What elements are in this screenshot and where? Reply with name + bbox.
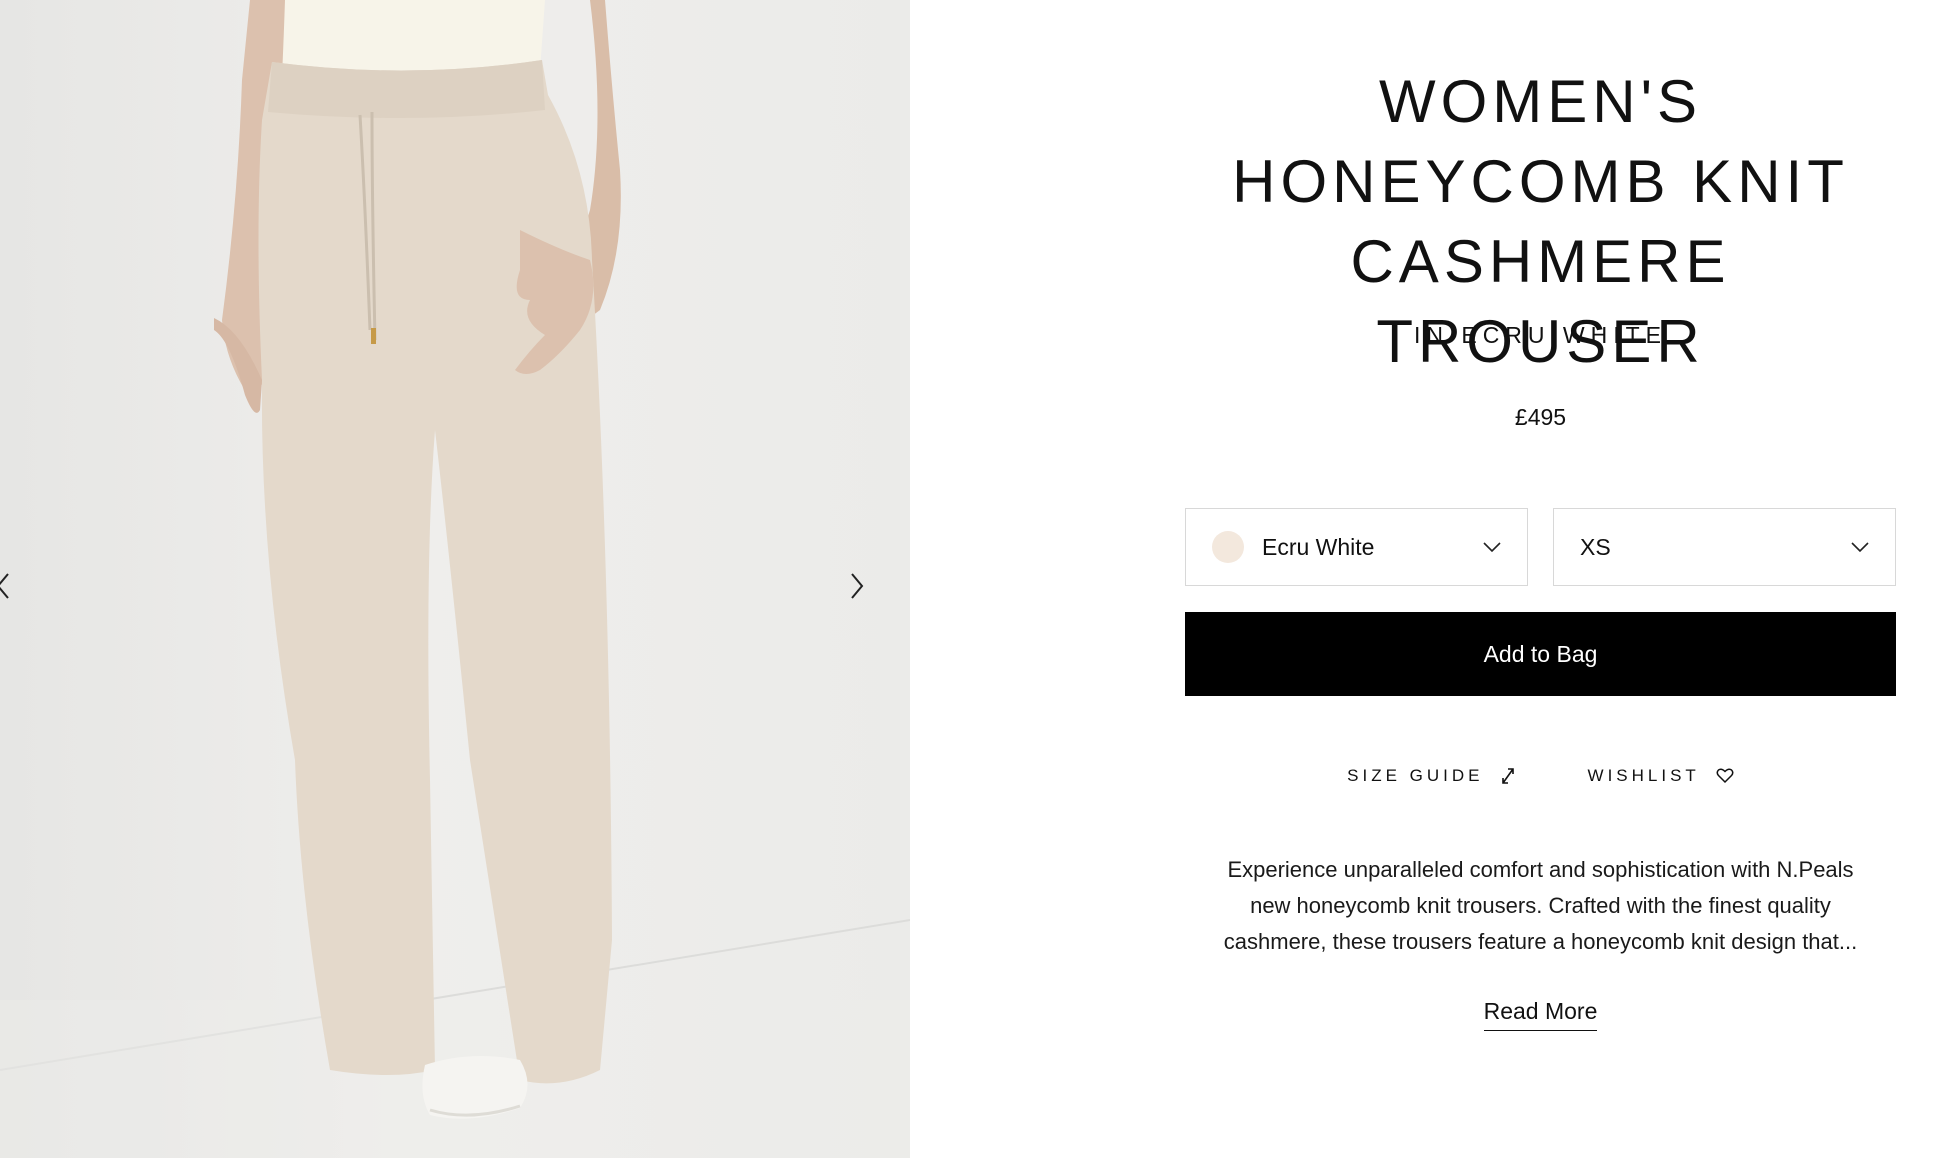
product-actions-row: SIZE GUIDE WISHLIST: [1185, 766, 1896, 786]
read-more-wrapper: Read More: [1185, 998, 1896, 1031]
product-image: [0, 0, 910, 1158]
expand-arrows-icon: [1501, 768, 1514, 784]
product-title-line: HONEYCOMB KNIT: [1232, 148, 1849, 215]
colour-select-value: Ecru White: [1262, 533, 1375, 560]
chevron-left-icon: [0, 573, 9, 599]
wishlist-label: WISHLIST: [1587, 766, 1700, 785]
product-colour-subtitle: IN ECRU WHITE: [1413, 322, 1668, 348]
heart-icon: [1716, 768, 1734, 784]
gallery-next-button[interactable]: [842, 566, 874, 606]
product-price: £495: [1514, 404, 1567, 430]
wishlist-link[interactable]: WISHLIST: [1588, 766, 1734, 786]
colour-select[interactable]: Ecru White: [1185, 508, 1528, 586]
size-select-value: XS: [1580, 533, 1611, 560]
product-image-gallery[interactable]: [0, 0, 910, 1158]
product-description: Experience unparalleled comfort and soph…: [1223, 857, 1858, 954]
colour-swatch: [1212, 531, 1244, 563]
size-guide-link[interactable]: SIZE GUIDE: [1347, 766, 1515, 786]
gallery-prev-button[interactable]: [0, 566, 22, 606]
read-more-link[interactable]: Read More: [1483, 998, 1598, 1031]
chevron-down-icon: [1483, 542, 1501, 553]
size-guide-label: SIZE GUIDE: [1347, 766, 1484, 785]
chevron-down-icon: [1851, 542, 1869, 553]
product-title-line: WOMEN'S: [1378, 68, 1703, 135]
product-title-line: CASHMERE TROUSER: [1350, 228, 1731, 375]
chevron-right-icon: [851, 573, 864, 599]
add-to-bag-button[interactable]: Add to Bag: [1185, 612, 1896, 696]
size-select[interactable]: XS: [1553, 508, 1896, 586]
